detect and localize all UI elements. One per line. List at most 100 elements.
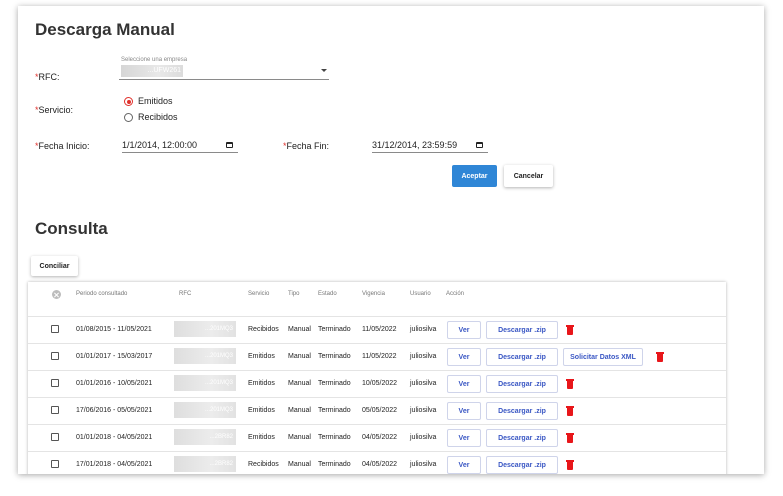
chevron-down-icon bbox=[321, 69, 327, 72]
row-service: Emitidos bbox=[248, 407, 275, 414]
row-status: Terminado bbox=[318, 353, 351, 360]
row-period: 17/06/2016 - 05/05/2021 bbox=[76, 407, 153, 414]
query-table: Periodo consultado RFC Servicio Tipo Est… bbox=[28, 282, 726, 474]
trash-icon[interactable] bbox=[566, 460, 574, 470]
download-zip-button[interactable]: Descargar .zip bbox=[486, 348, 558, 366]
reconcile-button[interactable]: Conciliar bbox=[31, 256, 78, 276]
row-rfc: ...2BR82 bbox=[174, 429, 236, 445]
row-validity: 04/05/2022 bbox=[362, 461, 398, 468]
row-checkbox[interactable] bbox=[51, 325, 59, 333]
download-zip-button[interactable]: Descargar .zip bbox=[486, 321, 558, 339]
start-date-input[interactable]: 1/1/2014, 12:00:00 bbox=[122, 138, 238, 153]
trash-icon[interactable] bbox=[566, 406, 574, 416]
radio-recibidos-label: Recibidos bbox=[138, 112, 178, 122]
row-status: Terminado bbox=[318, 326, 351, 333]
row-type: Manual bbox=[288, 326, 311, 333]
col-validity: Vigencia bbox=[362, 291, 385, 297]
calendar-icon[interactable] bbox=[476, 142, 483, 148]
row-rfc: ...201MQ3 bbox=[174, 402, 236, 418]
row-user: juliosilva bbox=[410, 380, 437, 387]
row-service: Emitidos bbox=[248, 380, 275, 387]
row-type: Manual bbox=[288, 461, 311, 468]
main-card: Descarga Manual *RFC: Seleccione una emp… bbox=[18, 6, 764, 474]
col-service: Servicio bbox=[248, 291, 270, 297]
row-checkbox[interactable] bbox=[51, 460, 59, 468]
view-button[interactable]: Ver bbox=[447, 375, 481, 393]
radio-emitidos-label: Emitidos bbox=[138, 96, 173, 106]
row-type: Manual bbox=[288, 407, 311, 414]
row-period: 01/01/2016 - 10/05/2021 bbox=[76, 380, 153, 387]
end-date-value: 31/12/2014, 23:59:59 bbox=[372, 140, 458, 150]
view-button[interactable]: Ver bbox=[447, 321, 481, 339]
col-rfc: RFC bbox=[179, 291, 192, 297]
row-service: Recibidos bbox=[248, 461, 279, 468]
cancel-button[interactable]: Cancelar bbox=[504, 165, 553, 187]
view-button[interactable]: Ver bbox=[447, 402, 481, 420]
end-date-input[interactable]: 31/12/2014, 23:59:59 bbox=[372, 138, 488, 153]
table-row: 17/01/2018 - 04/05/2021 ...2BR82 Recibidos… bbox=[28, 451, 726, 474]
calendar-icon[interactable] bbox=[226, 142, 233, 148]
start-date-label: *Fecha Inicio: bbox=[35, 141, 90, 151]
download-zip-button[interactable]: Descargar .zip bbox=[486, 456, 558, 474]
accept-button[interactable]: Aceptar bbox=[452, 165, 497, 187]
row-service: Emitidos bbox=[248, 353, 275, 360]
row-checkbox[interactable] bbox=[51, 433, 59, 441]
row-checkbox[interactable] bbox=[51, 352, 59, 360]
row-status: Terminado bbox=[318, 407, 351, 414]
col-user: Usuario bbox=[410, 291, 431, 297]
col-period: Periodo consultado bbox=[76, 291, 128, 297]
row-user: juliosilva bbox=[410, 461, 437, 468]
table-row: 01/08/2015 - 11/05/2021 ...201MQ3 Recibido… bbox=[28, 316, 726, 344]
col-action: Acción bbox=[446, 291, 465, 297]
col-type: Tipo bbox=[288, 291, 300, 297]
row-rfc: ...201MQ3 bbox=[174, 375, 236, 391]
download-zip-button[interactable]: Descargar .zip bbox=[486, 429, 558, 447]
trash-icon[interactable] bbox=[656, 352, 664, 362]
radio-emitidos[interactable] bbox=[124, 97, 133, 106]
end-date-label: *Fecha Fin: bbox=[283, 141, 330, 151]
row-validity: 05/05/2022 bbox=[362, 407, 398, 414]
row-validity: 11/05/2022 bbox=[362, 326, 397, 333]
row-period: 01/01/2017 - 15/03/2017 bbox=[76, 353, 153, 360]
row-service: Emitidos bbox=[248, 434, 275, 441]
row-type: Manual bbox=[288, 380, 311, 387]
trash-icon[interactable] bbox=[566, 325, 574, 335]
start-date-value: 1/1/2014, 12:00:00 bbox=[122, 140, 198, 150]
radio-recibidos[interactable] bbox=[124, 113, 133, 122]
request-xml-button[interactable]: Solicitar Datos XML bbox=[563, 348, 643, 366]
row-user: juliosilva bbox=[410, 326, 437, 333]
table-row: 17/06/2016 - 05/05/2021 ...201MQ3 Emitidos… bbox=[28, 397, 726, 425]
trash-icon[interactable] bbox=[566, 433, 574, 443]
clear-selection-icon[interactable] bbox=[52, 290, 61, 299]
table-row: 01/01/2016 - 10/05/2021 ...201MQ3 Emitidos… bbox=[28, 370, 726, 398]
row-rfc: ...201MQ3 bbox=[174, 321, 236, 337]
view-button[interactable]: Ver bbox=[447, 429, 481, 447]
table-row: 01/01/2018 - 04/05/2021 ...2BR82 Emitidos M… bbox=[28, 424, 726, 452]
page-title: Descarga Manual bbox=[35, 20, 175, 39]
row-checkbox[interactable] bbox=[51, 406, 59, 414]
row-service: Recibidos bbox=[248, 326, 279, 333]
download-zip-button[interactable]: Descargar .zip bbox=[486, 375, 558, 393]
row-validity: 04/05/2022 bbox=[362, 434, 398, 441]
row-period: 01/01/2018 - 04/05/2021 bbox=[76, 434, 153, 441]
row-period: 01/08/2015 - 11/05/2021 bbox=[76, 326, 152, 333]
company-select-hint: Seleccione una empresa bbox=[121, 57, 188, 63]
view-button[interactable]: Ver bbox=[447, 456, 481, 474]
row-user: juliosilva bbox=[410, 353, 437, 360]
trash-icon[interactable] bbox=[566, 379, 574, 389]
service-label: *Servicio: bbox=[35, 105, 74, 115]
row-type: Manual bbox=[288, 353, 311, 360]
row-rfc: ...2BR82 bbox=[174, 456, 236, 472]
row-validity: 11/05/2022 bbox=[362, 353, 397, 360]
company-select[interactable]: ...UFW261 bbox=[119, 64, 329, 80]
download-zip-button[interactable]: Descargar .zip bbox=[486, 402, 558, 420]
row-rfc: ...201MQ3 bbox=[174, 348, 236, 364]
row-checkbox[interactable] bbox=[51, 379, 59, 387]
col-status: Estado bbox=[318, 291, 337, 297]
view-button[interactable]: Ver bbox=[447, 348, 481, 366]
row-status: Terminado bbox=[318, 434, 351, 441]
row-period: 17/01/2018 - 04/05/2021 bbox=[76, 461, 153, 468]
company-select-value: ...UFW261 bbox=[121, 65, 183, 77]
row-status: Terminado bbox=[318, 461, 351, 468]
row-status: Terminado bbox=[318, 380, 351, 387]
